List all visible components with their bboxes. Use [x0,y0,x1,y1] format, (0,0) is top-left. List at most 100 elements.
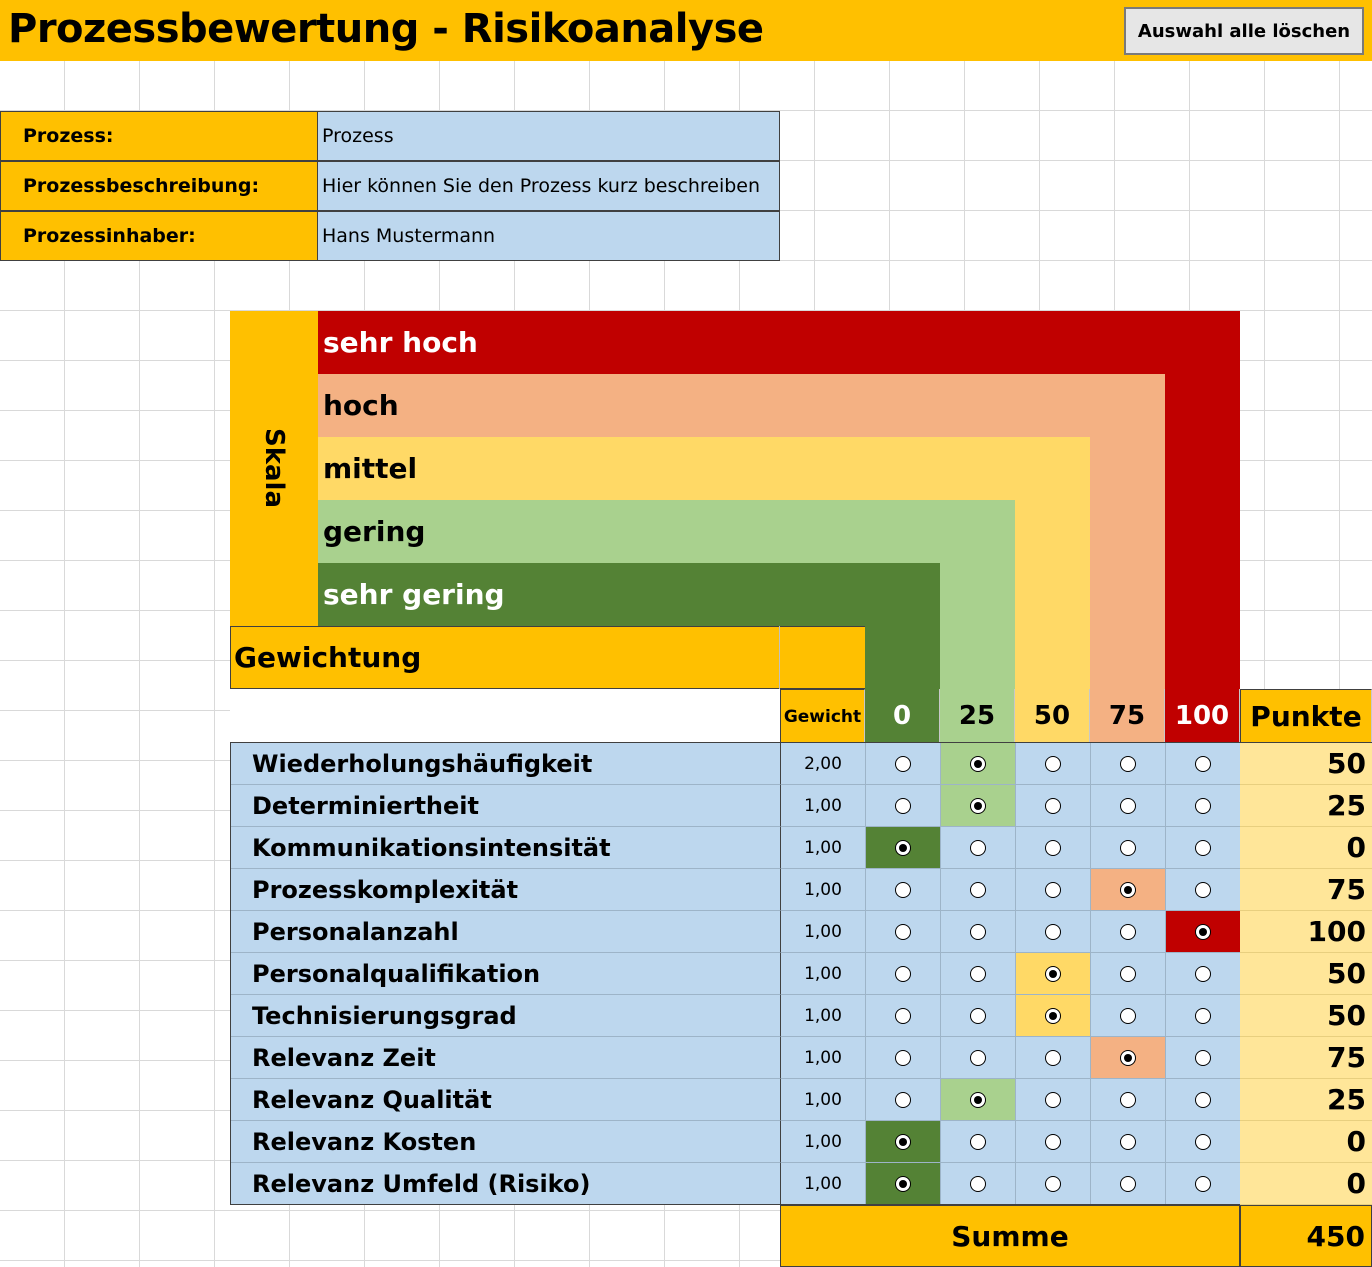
criterion-weight[interactable]: 1,00 [780,953,865,995]
radio-button[interactable] [895,839,911,856]
rating-option-75[interactable] [1090,1079,1165,1121]
rating-option-50[interactable] [1015,869,1090,911]
rating-option-75[interactable] [1090,1163,1165,1205]
radio-button[interactable] [895,881,911,898]
rating-option-100[interactable] [1165,1037,1240,1079]
rating-option-50[interactable] [1015,785,1090,827]
rating-option-0[interactable] [865,1121,940,1163]
radio-button[interactable] [1045,1175,1061,1192]
rating-option-75[interactable] [1090,1037,1165,1079]
rating-option-100[interactable] [1165,1163,1240,1205]
rating-option-75[interactable] [1090,827,1165,869]
rating-option-75[interactable] [1090,869,1165,911]
rating-option-100[interactable] [1165,1079,1240,1121]
radio-button[interactable] [1195,881,1211,898]
criterion-weight[interactable]: 1,00 [780,1037,865,1079]
radio-button[interactable] [970,797,986,814]
criterion-weight[interactable]: 1,00 [780,785,865,827]
radio-button[interactable] [1120,923,1136,940]
radio-button[interactable] [895,965,911,982]
rating-option-50[interactable] [1015,953,1090,995]
rating-option-0[interactable] [865,1037,940,1079]
rating-option-100[interactable] [1165,785,1240,827]
rating-option-25[interactable] [940,1037,1015,1079]
radio-button[interactable] [1120,755,1136,772]
radio-button[interactable] [1120,1049,1136,1066]
radio-button[interactable] [970,1007,986,1024]
radio-button[interactable] [1045,965,1061,982]
radio-button[interactable] [1045,1133,1061,1150]
rating-option-0[interactable] [865,785,940,827]
radio-button[interactable] [1195,1175,1211,1192]
radio-button[interactable] [970,839,986,856]
rating-option-50[interactable] [1015,995,1090,1037]
rating-option-25[interactable] [940,1163,1015,1205]
criterion-weight[interactable]: 1,00 [780,1163,865,1205]
radio-button[interactable] [1195,797,1211,814]
rating-option-0[interactable] [865,995,940,1037]
rating-option-25[interactable] [940,869,1015,911]
radio-button[interactable] [970,755,986,772]
clear-all-button[interactable]: Auswahl alle löschen [1124,7,1364,55]
rating-option-100[interactable] [1165,953,1240,995]
radio-button[interactable] [1045,755,1061,772]
rating-option-25[interactable] [940,995,1015,1037]
rating-option-75[interactable] [1090,911,1165,953]
radio-button[interactable] [1045,839,1061,856]
radio-button[interactable] [1045,881,1061,898]
rating-option-50[interactable] [1015,827,1090,869]
criterion-weight[interactable]: 2,00 [780,743,865,785]
radio-button[interactable] [970,881,986,898]
rating-option-50[interactable] [1015,1037,1090,1079]
radio-button[interactable] [1195,1133,1211,1150]
rating-option-50[interactable] [1015,743,1090,785]
rating-option-75[interactable] [1090,1121,1165,1163]
rating-option-25[interactable] [940,827,1015,869]
criterion-weight[interactable]: 1,00 [780,1121,865,1163]
rating-option-25[interactable] [940,953,1015,995]
rating-option-25[interactable] [940,1079,1015,1121]
rating-option-0[interactable] [865,1163,940,1205]
radio-button[interactable] [895,1133,911,1150]
radio-button[interactable] [1045,797,1061,814]
rating-option-50[interactable] [1015,911,1090,953]
radio-button[interactable] [1120,881,1136,898]
radio-button[interactable] [1045,1007,1061,1024]
radio-button[interactable] [970,965,986,982]
radio-button[interactable] [1195,1091,1211,1108]
radio-button[interactable] [1045,1091,1061,1108]
rating-option-0[interactable] [865,743,940,785]
radio-button[interactable] [895,755,911,772]
rating-option-100[interactable] [1165,869,1240,911]
radio-button[interactable] [970,923,986,940]
rating-option-75[interactable] [1090,953,1165,995]
rating-option-0[interactable] [865,827,940,869]
radio-button[interactable] [1195,1049,1211,1066]
rating-option-75[interactable] [1090,995,1165,1037]
radio-button[interactable] [1120,797,1136,814]
radio-button[interactable] [1045,923,1061,940]
radio-button[interactable] [1045,1049,1061,1066]
radio-button[interactable] [895,923,911,940]
radio-button[interactable] [1120,1091,1136,1108]
rating-option-100[interactable] [1165,827,1240,869]
criterion-weight[interactable]: 1,00 [780,995,865,1037]
rating-option-50[interactable] [1015,1163,1090,1205]
rating-option-50[interactable] [1015,1079,1090,1121]
rating-option-50[interactable] [1015,1121,1090,1163]
rating-option-100[interactable] [1165,743,1240,785]
rating-option-25[interactable] [940,785,1015,827]
radio-button[interactable] [1120,1175,1136,1192]
rating-option-25[interactable] [940,911,1015,953]
radio-button[interactable] [895,1091,911,1108]
rating-option-25[interactable] [940,743,1015,785]
radio-button[interactable] [895,797,911,814]
radio-button[interactable] [1195,923,1211,940]
radio-button[interactable] [970,1091,986,1108]
rating-option-25[interactable] [940,1121,1015,1163]
rating-option-0[interactable] [865,869,940,911]
criterion-weight[interactable]: 1,00 [780,911,865,953]
info-value-field[interactable]: Hier können Sie den Prozess kurz beschre… [317,161,780,211]
radio-button[interactable] [895,1049,911,1066]
rating-option-75[interactable] [1090,785,1165,827]
